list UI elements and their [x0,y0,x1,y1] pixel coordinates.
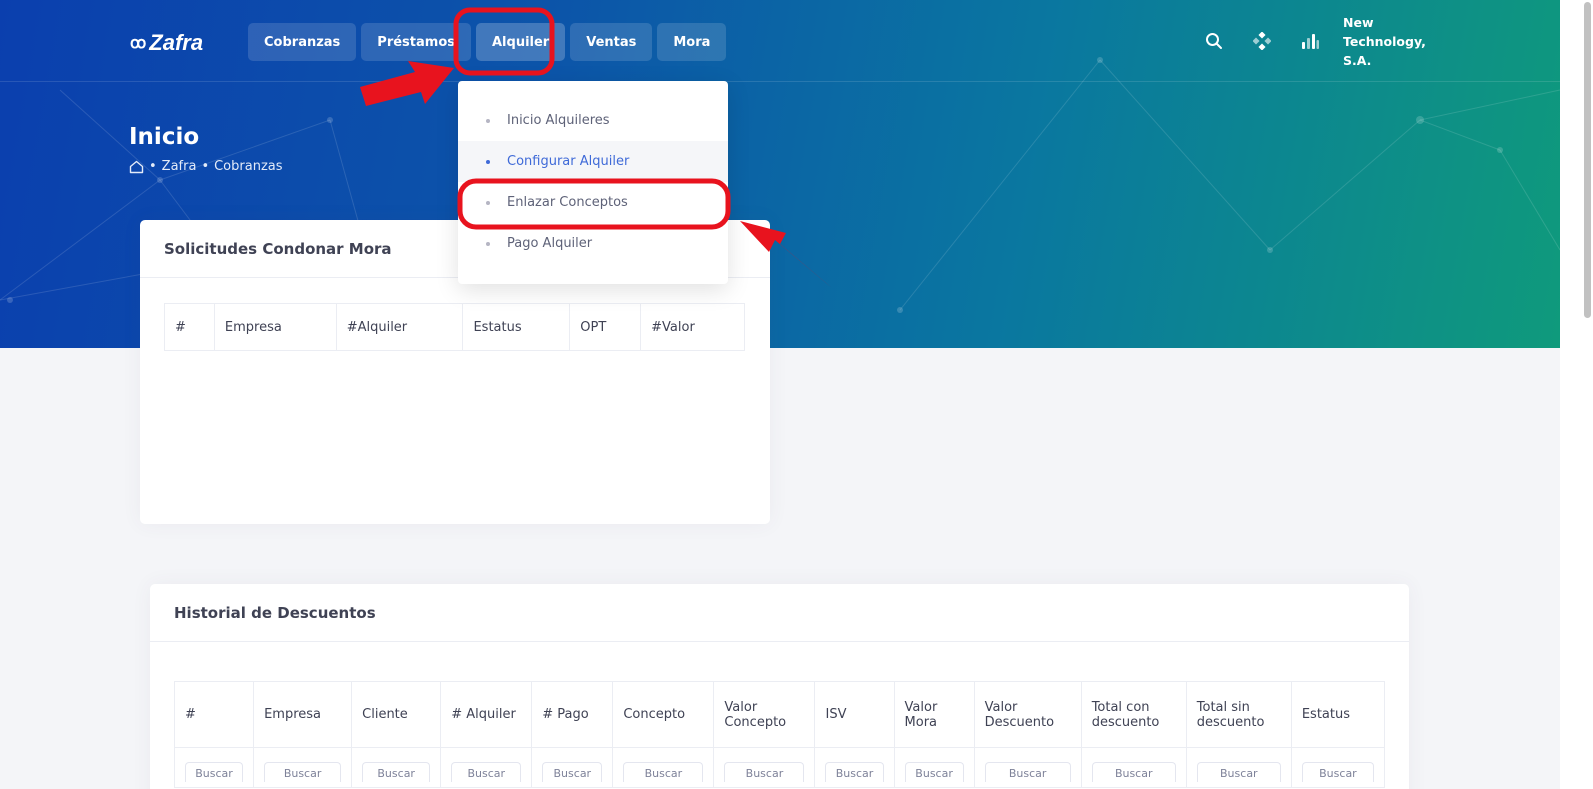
column-filter-input[interactable]: Buscar [825,762,884,782]
table-header-row: # Empresa #Alquiler Estatus OPT #Valor [164,303,745,351]
breadcrumb: • Zafra • Cobranzas [129,159,283,174]
column-filter-input[interactable]: Buscar [542,762,603,782]
column-header[interactable]: # Alquiler [440,681,533,748]
column-header[interactable]: Valor Descuento [973,681,1082,748]
column-filter-input[interactable]: Buscar [1301,762,1374,782]
column-header[interactable]: Estatus [1290,681,1386,748]
menu-item-enlazar-conceptos[interactable]: Enlazar Conceptos [458,182,728,223]
column-filter-input[interactable]: Buscar [362,762,431,782]
search-icon[interactable] [1203,30,1225,52]
column-filter-input[interactable]: Buscar [1196,762,1281,782]
bullet-icon [486,200,490,205]
column-header[interactable]: #Valor [640,303,745,351]
brand-logo[interactable]: ꝏ Zafra [130,30,203,56]
column-header[interactable]: Total sin descuento [1185,681,1292,748]
nav-prestamos[interactable]: Préstamos [361,23,471,61]
column-filter-input[interactable]: Buscar [264,762,342,782]
column-header[interactable]: Valor Concepto [713,681,816,748]
card-title: Historial de Descuentos [150,584,1409,642]
column-header[interactable]: ISV [814,681,895,748]
apps-icon[interactable] [1251,30,1273,52]
column-header[interactable]: Concepto [612,681,715,748]
stats-icon[interactable] [1299,30,1321,52]
page-title: Inicio [129,124,200,150]
historial-descuentos-table: # Empresa Cliente # Alquiler # Pago Conc… [173,681,1386,788]
menu-item-inicio-alquileres[interactable]: Inicio Alquileres [458,100,728,141]
column-header[interactable]: Valor Mora [893,681,975,748]
column-filter-input[interactable]: Buscar [984,762,1071,782]
main-menu: Cobranzas Préstamos Alquiler Ventas Mora [248,23,727,61]
menu-item-label: Pago Alquiler [507,236,593,251]
table-header-row: # Empresa Cliente # Alquiler # Pago Conc… [173,681,1386,748]
company-name[interactable]: New Technology, S.A. [1343,13,1453,70]
column-header[interactable]: # [173,681,255,748]
nav-ventas[interactable]: Ventas [570,23,653,61]
card-historial-descuentos: Historial de Descuentos # Empresa Client… [150,584,1409,789]
condonar-mora-table: # Empresa #Alquiler Estatus OPT #Valor [164,303,745,351]
column-filter-input[interactable]: Buscar [185,762,244,782]
breadcrumb-separator: • [201,159,210,174]
scrollbar-thumb[interactable] [1584,2,1591,318]
alquiler-dropdown-menu: Inicio Alquileres Configurar Alquiler En… [458,81,728,284]
column-header[interactable]: #Alquiler [335,303,464,351]
column-filter-input[interactable]: Buscar [1091,762,1176,782]
home-icon[interactable] [129,160,144,174]
column-header[interactable]: Total con descuento [1080,681,1187,748]
column-filter-input[interactable]: Buscar [724,762,805,782]
column-header[interactable]: OPT [569,303,642,351]
column-filter-input[interactable]: Buscar [623,762,704,782]
menu-item-label: Enlazar Conceptos [507,195,628,210]
menu-item-label: Configurar Alquiler [507,154,630,169]
bullet-icon [486,241,490,246]
page-scrollbar[interactable] [1560,0,1593,789]
column-header[interactable]: Empresa [253,681,353,748]
column-header[interactable]: # [164,303,215,351]
column-header[interactable]: Estatus [462,303,571,351]
column-header[interactable]: Empresa [213,303,337,351]
nav-alquiler[interactable]: Alquiler [476,23,566,61]
filter-row: Buscar Buscar Buscar Buscar Buscar Busca… [173,747,1386,788]
breadcrumb-item-zafra[interactable]: Zafra [162,159,197,174]
nav-cobranzas[interactable]: Cobranzas [248,23,357,61]
bullet-icon [486,159,490,164]
bullet-icon [486,118,490,123]
breadcrumb-separator: • [149,159,157,174]
toolbar-icons [1203,30,1321,52]
column-header[interactable]: Cliente [351,681,442,748]
logo-text: Zafra [149,30,204,55]
column-filter-input[interactable]: Buscar [451,762,522,782]
menu-item-label: Inicio Alquileres [507,113,610,128]
logo-icon: ꝏ [130,35,147,52]
breadcrumb-item-cobranzas[interactable]: Cobranzas [214,159,282,174]
column-header[interactable]: # Pago [531,681,614,748]
column-filter-input[interactable]: Buscar [904,762,964,782]
top-navbar: ꝏ Zafra Cobranzas Préstamos Alquiler Ven… [0,0,1560,82]
nav-mora[interactable]: Mora [657,23,727,61]
menu-item-pago-alquiler[interactable]: Pago Alquiler [458,223,728,264]
menu-item-configurar-alquiler[interactable]: Configurar Alquiler [458,141,728,182]
